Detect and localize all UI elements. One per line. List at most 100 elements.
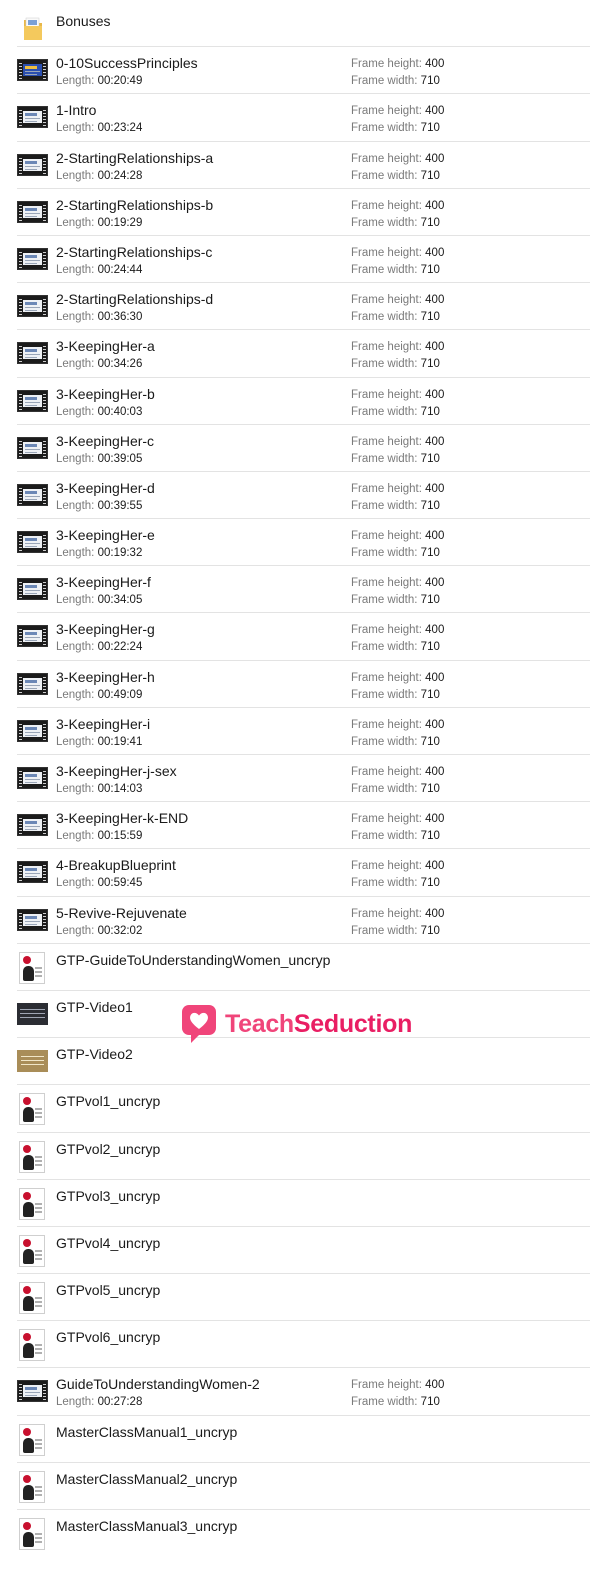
frame-height-detail: Frame height: 400 <box>351 58 444 70</box>
video-thumbnail-icon <box>17 814 48 837</box>
length-detail-value: 00:40:03 <box>97 405 143 418</box>
length-detail-label: Length: <box>56 499 95 512</box>
length-detail-label: Length: <box>56 216 95 229</box>
file-row[interactable]: 3-KeepingHer-c Length: 00:39:05 Frame heig… <box>0 425 600 473</box>
file-name: Bonuses <box>56 13 111 29</box>
frame-width-detail: Frame width: 710 <box>351 311 440 323</box>
file-row[interactable]: GTPvol5_uncryp <box>0 1274 600 1322</box>
file-row[interactable]: MasterClassManual2_uncryp <box>0 1463 600 1511</box>
folder-icon <box>22 14 44 42</box>
file-row[interactable]: 1-Intro Length: 00:23:24 Frame height: 400… <box>0 94 600 142</box>
document-cover-icon <box>19 1423 45 1456</box>
file-name: 2-StartingRelationships-c <box>56 243 213 260</box>
frame-height-detail-label: Frame height: <box>351 105 422 118</box>
file-name: 3-KeepingHer-d <box>56 479 155 496</box>
file-row[interactable]: GTPvol2_uncryp <box>0 1133 600 1180</box>
file-name: 3-KeepingHer-i <box>56 715 151 732</box>
length-detail: Length: 00:32:02 <box>56 925 142 937</box>
frame-width-detail-value: 710 <box>420 594 440 607</box>
length-detail-value: 00:36:30 <box>97 311 143 324</box>
length-detail-label: Length: <box>56 688 95 701</box>
document-cover-icon <box>19 1093 45 1126</box>
file-row[interactable]: 3-KeepingHer-b Length: 00:40:03 Frame heig… <box>0 378 600 425</box>
file-row[interactable]: 2-StartingRelationships-a Length: 00:24:2… <box>0 142 600 189</box>
length-detail: Length: 00:19:41 <box>56 736 142 748</box>
file-name: 3-KeepingHer-f <box>56 574 151 591</box>
frame-height-detail: Frame height: 400 <box>351 483 444 495</box>
file-name: GuideToUnderstandingWomen-2 <box>56 1376 260 1393</box>
frame-height-detail-label: Frame height: <box>351 58 422 71</box>
frame-height-detail-value: 400 <box>425 860 445 873</box>
file-row[interactable]: 3-KeepingHer-i Length: 00:19:41 Frame heig… <box>0 708 600 756</box>
file-name: GTPvol2_uncryp <box>56 1140 161 1157</box>
file-row[interactable]: 3-KeepingHer-f Length: 00:34:05 Frame heig… <box>0 566 600 614</box>
frame-height-detail: Frame height: 400 <box>351 341 444 353</box>
frame-height-detail: Frame height: 400 <box>351 766 444 778</box>
frame-height-detail-value: 400 <box>425 246 445 259</box>
frame-width-detail-value: 710 <box>420 547 440 560</box>
file-name: 0-10SuccessPrinciples <box>56 55 198 72</box>
frame-height-detail-value: 400 <box>425 435 445 448</box>
frame-width-detail: Frame width: 710 <box>351 641 440 653</box>
file-row[interactable]: 3-KeepingHer-a Length: 00:34:26 Frame heig… <box>0 330 600 378</box>
file-row[interactable]: 5-Revive-Rejuvenate Length: 00:32:02 Frame… <box>0 897 600 944</box>
file-row[interactable]: 2-StartingRelationships-b Length: 00:19:2… <box>0 189 600 237</box>
frame-width-detail-label: Frame width: <box>351 216 418 229</box>
file-row[interactable]: 4-BreakupBlueprint Length: 00:59:45 Frame … <box>0 849 600 897</box>
file-name: GTP-GuideToUnderstandingWomen_uncryp <box>56 951 331 968</box>
file-row[interactable]: 2-StartingRelationships-c Length: 00:24:4… <box>0 236 600 284</box>
file-row[interactable]: 0-10SuccessPrinciples Length: 00:20:49 Fra… <box>0 47 600 95</box>
frame-height-detail-label: Frame height: <box>351 246 422 259</box>
frame-height-detail-label: Frame height: <box>351 341 422 354</box>
frame-height-detail-label: Frame height: <box>351 294 422 307</box>
file-name: 3-KeepingHer-k-END <box>56 810 189 827</box>
frame-width-detail: Frame width: 710 <box>351 406 440 418</box>
file-row[interactable]: 3-KeepingHer-d Length: 00:39:55 Frame heig… <box>0 472 600 520</box>
file-name: 3-KeepingHer-g <box>56 621 155 638</box>
folder-row[interactable]: Bonuses <box>0 0 600 48</box>
video-thumbnail-icon <box>17 908 48 931</box>
frame-height-detail-value: 400 <box>425 199 445 212</box>
file-row[interactable]: 3-KeepingHer-h Length: 00:49:09 Frame heig… <box>0 661 600 709</box>
file-row[interactable]: GTPvol1_uncryp <box>0 1085 600 1133</box>
frame-height-detail: Frame height: 400 <box>351 624 444 636</box>
frame-width-detail: Frame width: 710 <box>351 689 440 701</box>
frame-height-detail: Frame height: 400 <box>351 200 444 212</box>
length-detail: Length: 00:49:09 <box>56 689 142 701</box>
frame-width-detail-label: Frame width: <box>351 547 418 560</box>
length-detail-label: Length: <box>56 594 95 607</box>
frame-width-detail-label: Frame width: <box>351 924 418 937</box>
file-row[interactable]: 3-KeepingHer-k-END Length: 00:15:59 Frame … <box>0 802 600 850</box>
frame-height-detail: Frame height: 400 <box>351 294 444 306</box>
document-cover-icon <box>19 1187 45 1220</box>
video-thumbnail-icon <box>17 389 48 412</box>
length-detail-value: 00:15:59 <box>97 830 143 843</box>
frame-width-detail-value: 710 <box>420 311 440 324</box>
file-row[interactable]: GTPvol3_uncryp <box>0 1180 600 1228</box>
file-row[interactable]: GTPvol6_uncryp <box>0 1321 600 1369</box>
file-row[interactable]: MasterClassManual1_uncryp <box>0 1416 600 1464</box>
file-row[interactable]: 3-KeepingHer-j-sex Length: 00:14:03 Frame … <box>0 755 600 803</box>
length-detail-label: Length: <box>56 358 95 371</box>
file-row[interactable]: GuideToUnderstandingWomen-2 Length: 00:27… <box>0 1368 600 1416</box>
file-name: 2-StartingRelationships-d <box>56 291 214 308</box>
frame-width-detail-value: 710 <box>420 358 440 371</box>
length-detail: Length: 00:34:26 <box>56 358 142 370</box>
frame-width-detail-label: Frame width: <box>351 735 418 748</box>
file-row[interactable]: 3-KeepingHer-g Length: 00:22:24 Frame heig… <box>0 613 600 661</box>
frame-width-detail-label: Frame width: <box>351 499 418 512</box>
file-row[interactable]: GTP-Video2 <box>0 1038 600 1086</box>
frame-height-detail-value: 400 <box>425 105 445 118</box>
file-row[interactable]: 2-StartingRelationships-d Length: 00:36:3… <box>0 283 600 331</box>
file-row[interactable]: 3-KeepingHer-e Length: 00:19:32 Frame heig… <box>0 519 600 567</box>
frame-width-detail-label: Frame width: <box>351 783 418 795</box>
frame-width-detail: Frame width: 710 <box>351 75 440 87</box>
file-row[interactable]: MasterClassManual3_uncryp <box>0 1510 600 1557</box>
file-row[interactable]: GTPvol4_uncryp <box>0 1227 600 1275</box>
watermark-part-teach: Teach <box>225 1009 294 1038</box>
frame-height-detail-label: Frame height: <box>351 482 422 495</box>
file-row[interactable]: GTP-GuideToUnderstandingWomen_uncryp <box>0 944 600 992</box>
frame-width-detail: Frame width: 710 <box>351 925 440 937</box>
file-name: MasterClassManual2_uncryp <box>56 1470 238 1487</box>
frame-width-detail-value: 710 <box>420 263 440 276</box>
